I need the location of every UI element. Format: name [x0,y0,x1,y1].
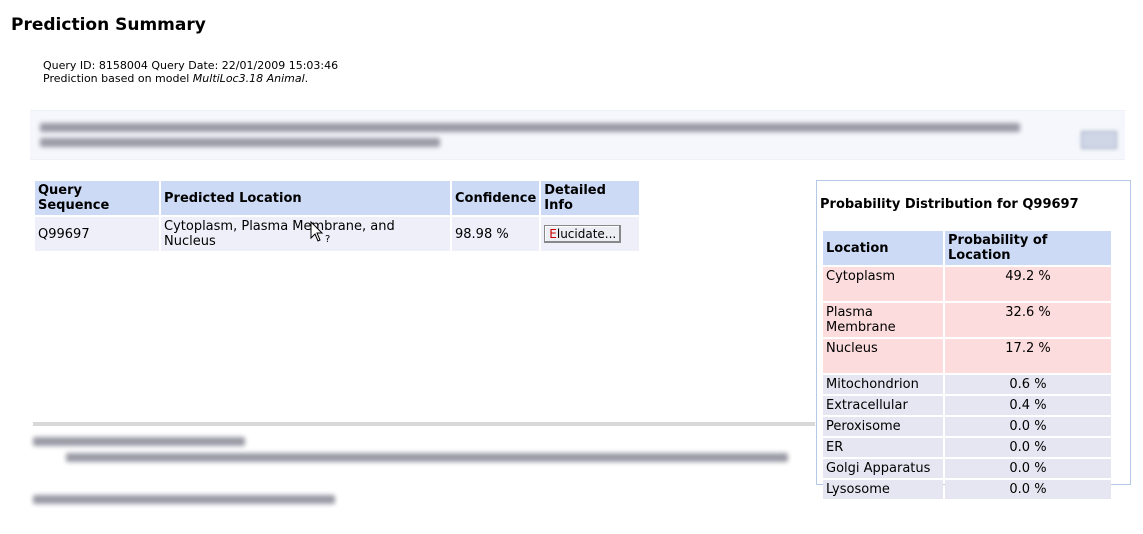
col-probability: Probability of Location [945,231,1111,265]
elucidate-label: lucidate... [556,227,617,241]
probability-row-peroxisome: Peroxisome 0.0 % [823,417,1111,436]
cell-confidence: 98.98 % [452,217,540,251]
results-table: Query Sequence Predicted Location Confid… [33,179,641,253]
probability-row-plasma-membrane: Plasma Membrane 32.6 % [823,303,1111,337]
probability-row-nucleus: Nucleus 17.2 % [823,339,1111,373]
elucidate-hotkey: E [549,227,557,241]
elucidate-button[interactable]: Elucidate... [544,225,622,243]
location-name: Nucleus [823,339,943,373]
location-name: Plasma Membrane [823,303,943,337]
query-id: 8158004 [98,59,148,72]
help-text-redacted [40,121,1030,151]
location-probability: 32.6 % [945,303,1111,337]
location-probability: 0.0 % [945,417,1111,436]
section-divider [33,422,815,426]
probability-table: Location Probability of Location Cytopla… [821,229,1113,501]
query-info-line: Query ID: 8158004 Query Date: 22/01/2009… [43,59,338,72]
page-title: Prediction Summary [11,15,206,35]
location-name: Lysosome [823,480,943,499]
help-box [30,110,1125,160]
model-name: MultiLoc3.18 Animal [192,72,305,85]
contact-redacted [33,493,335,508]
location-name: Golgi Apparatus [823,459,943,478]
col-predicted-location: Predicted Location [161,181,450,215]
location-name: Cytoplasm [823,267,943,301]
probability-panel-title: Probability Distribution for Q99697 [820,197,1079,212]
probability-row-lysosome: Lysosome 0.0 % [823,480,1111,499]
location-name: Extracellular [823,396,943,415]
col-detailed-info: Detailed Info [541,181,640,215]
probability-row-mitochondrion: Mitochondrion 0.6 % [823,375,1111,394]
location-probability: 0.0 % [945,459,1111,478]
model-line: Prediction based on model MultiLoc3.18 A… [43,72,338,85]
results-header-row: Query Sequence Predicted Location Confid… [35,181,640,215]
col-confidence: Confidence [452,181,540,215]
cell-sequence: Q99697 [35,217,159,251]
citation-label-redacted [33,435,245,450]
query-meta: Query ID: 8158004 Query Date: 22/01/2009… [43,59,338,85]
arrow-help-cursor-icon: ? [310,220,334,249]
model-suffix: . [304,72,309,85]
location-name: Mitochondrion [823,375,943,394]
probability-header-row: Location Probability of Location [823,231,1111,265]
location-probability: 0.6 % [945,375,1111,394]
cell-location: Cytoplasm, Plasma Membrane, and Nucleus [161,217,450,251]
citation-reference-redacted [66,451,788,466]
query-id-label: Query ID: [43,59,96,72]
probability-row-cytoplasm: Cytoplasm 49.2 % [823,267,1111,301]
probability-panel: Probability Distribution for Q99697 Loca… [816,180,1131,499]
probability-row-er: ER 0.0 % [823,438,1111,457]
location-probability: 49.2 % [945,267,1111,301]
location-name: Peroxisome [823,417,943,436]
location-probability: 0.0 % [945,438,1111,457]
location-probability: 17.2 % [945,339,1111,373]
more-help-button[interactable] [1080,131,1117,149]
table-row[interactable]: Q99697 Cytoplasm, Plasma Membrane, and N… [35,217,640,251]
location-probability: 0.4 % [945,396,1111,415]
location-probability: 0.0 % [945,480,1111,499]
probability-row-golgi: Golgi Apparatus 0.0 % [823,459,1111,478]
col-query-sequence: Query Sequence [35,181,159,215]
cell-detailed-info: Elucidate... [541,217,640,251]
query-date: 22/01/2009 15:03:46 [221,59,339,72]
col-location: Location [823,231,943,265]
query-date-label: Query Date: [151,59,219,72]
probability-row-extracellular: Extracellular 0.4 % [823,396,1111,415]
location-name: ER [823,438,943,457]
svg-text:?: ? [325,234,330,245]
model-prefix: Prediction based on model [43,72,193,85]
